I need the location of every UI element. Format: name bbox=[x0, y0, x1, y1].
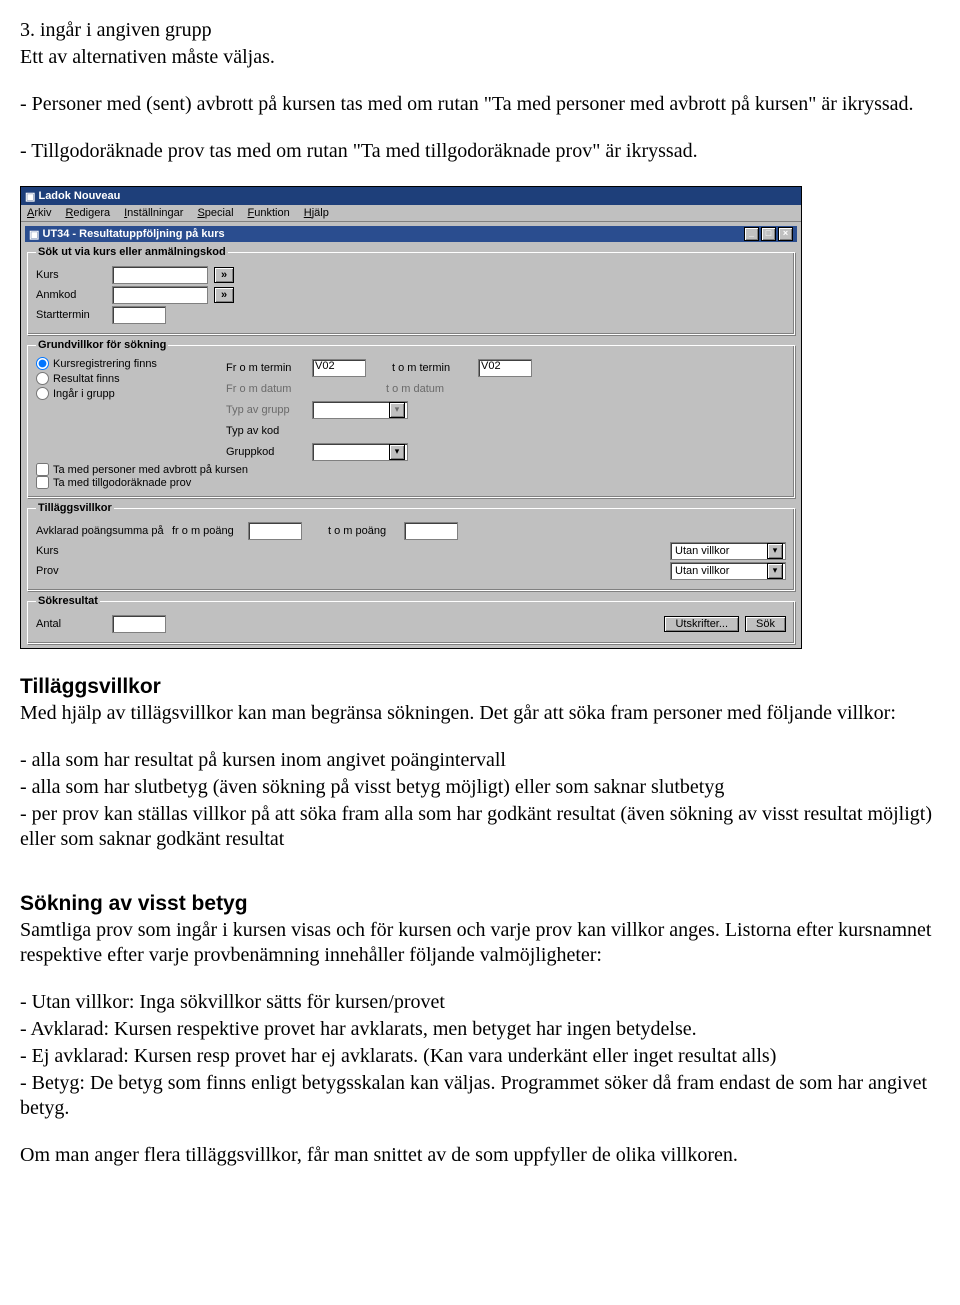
label-kurs: Kurs bbox=[36, 269, 106, 281]
close-icon[interactable]: × bbox=[778, 227, 793, 241]
chevron-down-icon: ▾ bbox=[389, 444, 405, 460]
combo-typ-grupp[interactable]: ▾ bbox=[312, 401, 408, 419]
legend-grundvillkor: Grundvillkor för sökning bbox=[36, 339, 168, 351]
radio-kursreg[interactable]: Kursregistrering finns bbox=[36, 357, 206, 370]
label-gruppkod: Gruppkod bbox=[226, 446, 306, 458]
app-menubar: AArkivrkiv Redigera Inställningar Specia… bbox=[21, 205, 801, 222]
legend-sokresultat: Sökresultat bbox=[36, 595, 100, 607]
input-from-termin[interactable]: V02 bbox=[312, 359, 366, 377]
window-icon: ▣ bbox=[25, 190, 35, 203]
menu-redigera[interactable]: Redigera bbox=[65, 207, 110, 219]
label-antal: Antal bbox=[36, 618, 106, 630]
combo-kurs-villkor[interactable]: Utan villkor▾ bbox=[670, 542, 786, 560]
check-tillgodo[interactable]: Ta med tillgodoräknade prov bbox=[36, 476, 786, 489]
menu-installningar[interactable]: Inställningar bbox=[124, 207, 183, 219]
radio-ingar[interactable]: Ingår i grupp bbox=[36, 387, 206, 400]
sec2-b1: - Utan villkor: Inga sökvillkor sätts fö… bbox=[20, 990, 936, 1015]
maximize-icon[interactable]: □ bbox=[761, 227, 776, 241]
label-anmkod: Anmkod bbox=[36, 289, 106, 301]
legend-tillagg: Tilläggsvillkor bbox=[36, 502, 114, 514]
ladok-app-window: ▣ Ladok Nouveau AArkivrkiv Redigera Inst… bbox=[20, 186, 802, 649]
sok-button[interactable]: Sök bbox=[745, 616, 786, 632]
label-starttermin: Starttermin bbox=[36, 309, 106, 321]
utskrifter-button[interactable]: Utskrifter... bbox=[664, 616, 739, 632]
sec2-b4: - Betyg: De betyg som finns enligt betyg… bbox=[20, 1071, 936, 1121]
sec1-b2: - alla som har slutbetyg (även sökning p… bbox=[20, 775, 936, 800]
label-avklarad: Avklarad poängsumma på bbox=[36, 525, 166, 537]
group-search-course: Sök ut via kurs eller anmälningskod Kurs… bbox=[27, 246, 795, 335]
group-tillaggsvillkor: Tilläggsvillkor Avklarad poängsumma på f… bbox=[27, 502, 795, 591]
group-sokresultat: Sökresultat Antal Utskrifter... Sök bbox=[27, 595, 795, 644]
combo-prov-villkor[interactable]: Utan villkor▾ bbox=[670, 562, 786, 580]
label-tom-datum: t o m datum bbox=[386, 383, 466, 395]
sec2-b3: - Ej avklarad: Kursen resp provet har ej… bbox=[20, 1044, 936, 1069]
input-starttermin[interactable] bbox=[112, 306, 166, 324]
heading-tillaggsvillkor: Tilläggsvillkor bbox=[20, 675, 936, 699]
sec2-b2: - Avklarad: Kursen respektive provet har… bbox=[20, 1017, 936, 1042]
input-anmkod[interactable] bbox=[112, 286, 208, 304]
chevron-down-icon: ▾ bbox=[767, 563, 783, 579]
combo-gruppkod[interactable]: ▾ bbox=[312, 443, 408, 461]
sec1-p1: Med hjälp av tillägsvillkor kan man begr… bbox=[20, 701, 936, 726]
mdi-titlebar: ▣ UT34 - Resultatuppföljning på kurs _ □… bbox=[25, 226, 797, 242]
radio-resultat[interactable]: Resultat finns bbox=[36, 372, 206, 385]
intro-line-3: - Personer med (sent) avbrott på kursen … bbox=[20, 92, 936, 117]
legend-search-course: Sök ut via kurs eller anmälningskod bbox=[36, 246, 228, 258]
group-grundvillkor: Grundvillkor för sökning Kursregistrerin… bbox=[27, 339, 795, 498]
menu-hjalp[interactable]: Hjälp bbox=[304, 207, 329, 219]
label-kurs-2: Kurs bbox=[36, 545, 166, 557]
check-avbrott[interactable]: Ta med personer med avbrott på kursen bbox=[36, 463, 786, 476]
input-from-poang[interactable] bbox=[248, 522, 302, 540]
input-tom-termin[interactable]: V02 bbox=[478, 359, 532, 377]
menu-arkiv[interactable]: AArkivrkiv bbox=[27, 207, 51, 219]
heading-sokning-betyg: Sökning av visst betyg bbox=[20, 892, 936, 916]
chevron-down-icon: ▾ bbox=[767, 543, 783, 559]
input-tom-poang[interactable] bbox=[404, 522, 458, 540]
intro-line-2: Ett av alternativen måste väljas. bbox=[20, 45, 936, 70]
minimize-icon[interactable]: _ bbox=[744, 227, 759, 241]
input-kurs[interactable] bbox=[112, 266, 208, 284]
label-from-datum: Fr o m datum bbox=[226, 383, 306, 395]
app-title: Ladok Nouveau bbox=[38, 190, 120, 202]
menu-special[interactable]: Special bbox=[197, 207, 233, 219]
input-antal bbox=[112, 615, 166, 633]
menu-funktion[interactable]: Funktion bbox=[248, 207, 290, 219]
sec2-p1: Samtliga prov som ingår i kursen visas o… bbox=[20, 918, 936, 968]
lookup-kurs-button[interactable]: » bbox=[214, 267, 234, 283]
app-titlebar: ▣ Ladok Nouveau bbox=[21, 187, 801, 205]
label-typ-kod: Typ av kod bbox=[226, 425, 306, 437]
label-from-termin: Fr o m termin bbox=[226, 362, 306, 374]
intro-line-4: - Tillgodoräknade prov tas med om rutan … bbox=[20, 139, 936, 164]
lookup-anmkod-button[interactable]: » bbox=[214, 287, 234, 303]
label-tom-termin: t o m termin bbox=[392, 362, 472, 374]
label-from-poang: fr o m poäng bbox=[172, 525, 242, 537]
chevron-down-icon: ▾ bbox=[389, 402, 405, 418]
sec1-b3: - per prov kan ställas villkor på att sö… bbox=[20, 802, 936, 852]
label-tom-poang: t o m poäng bbox=[328, 525, 398, 537]
sec1-b1: - alla som har resultat på kursen inom a… bbox=[20, 748, 936, 773]
sec2-p2: Om man anger flera tilläggsvillkor, får … bbox=[20, 1143, 936, 1168]
mdi-icon: ▣ bbox=[29, 228, 39, 241]
label-prov: Prov bbox=[36, 565, 166, 577]
mdi-title-text: UT34 - Resultatuppföljning på kurs bbox=[42, 228, 224, 240]
intro-line-1: 3. ingår i angiven grupp bbox=[20, 18, 936, 43]
label-typ-grupp: Typ av grupp bbox=[226, 404, 306, 416]
